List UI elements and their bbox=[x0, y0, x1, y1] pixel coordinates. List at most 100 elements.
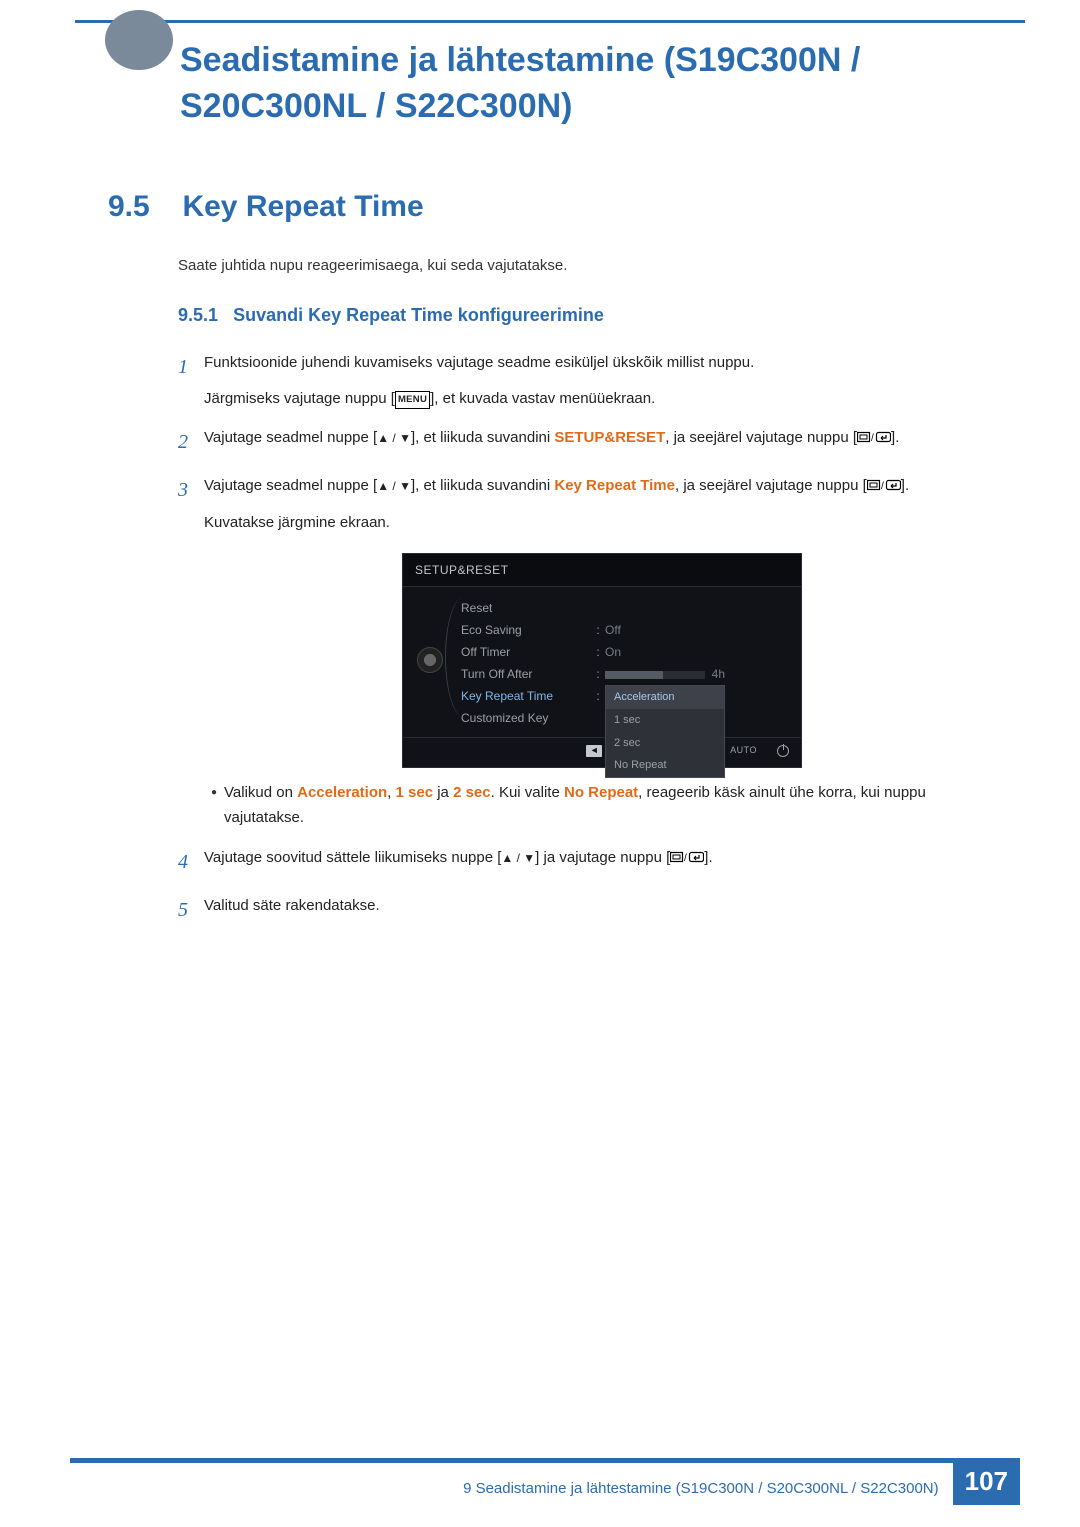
svg-text:/: / bbox=[684, 853, 687, 863]
top-rule bbox=[75, 20, 1025, 23]
step-4: 4 Vajutage soovitud sättele liikumiseks … bbox=[178, 845, 1000, 879]
osd-row-turn-off: Turn Off After : 4h bbox=[461, 663, 787, 685]
highlight: 1 sec bbox=[396, 784, 434, 801]
menu-button-icon: MENU bbox=[395, 391, 430, 409]
text: Valikud on bbox=[224, 784, 297, 801]
step-3: 3 Vajutage seadmel nuppe [▲ / ▼], et lii… bbox=[178, 473, 1000, 831]
text: ]. bbox=[901, 477, 909, 494]
up-down-icon: ▲ / ▼ bbox=[377, 479, 411, 493]
osd-slider: 4h bbox=[605, 664, 725, 684]
text: ] ja vajutage nuppu [ bbox=[535, 849, 670, 866]
text: ]. bbox=[891, 429, 899, 446]
step-body: Vajutage seadmel nuppe [▲ / ▼], et liiku… bbox=[204, 425, 1000, 459]
svg-text:/: / bbox=[871, 433, 874, 443]
text: , ja seejärel vajutage nuppu [ bbox=[665, 429, 857, 446]
bullet-icon: ● bbox=[204, 780, 224, 831]
source-enter-icon: / bbox=[857, 426, 891, 452]
page-footer: 9 Seadistamine ja lähtestamine (S19C300N… bbox=[70, 1458, 1020, 1505]
text: Vajutage seadmel nuppe [ bbox=[204, 429, 377, 446]
text: ja bbox=[433, 784, 453, 801]
osd-label: Reset bbox=[461, 598, 591, 618]
step-1: 1 Funktsioonide juhendi kuvamiseks vajut… bbox=[178, 350, 1000, 411]
steps-list: 1 Funktsioonide juhendi kuvamiseks vajut… bbox=[178, 350, 1000, 941]
step-number: 4 bbox=[178, 845, 204, 879]
osd-row-reset: Reset bbox=[461, 597, 787, 619]
step-text: Kuvatakse järgmine ekraan. bbox=[204, 510, 1000, 536]
osd-value: On bbox=[605, 642, 621, 662]
highlight: 2 sec bbox=[453, 784, 491, 801]
highlight: Acceleration bbox=[297, 784, 387, 801]
step-body: Vajutage seadmel nuppe [▲ / ▼], et liiku… bbox=[204, 473, 1000, 831]
step-5: 5 Valitud säte rakendatakse. bbox=[178, 893, 1000, 927]
step-number: 2 bbox=[178, 425, 204, 459]
step-number: 3 bbox=[178, 473, 204, 831]
source-enter-icon: / bbox=[670, 846, 704, 872]
up-down-icon: ▲ / ▼ bbox=[377, 431, 411, 445]
nav-auto-label: AUTO bbox=[730, 743, 757, 758]
step-body: Funktsioonide juhendi kuvamiseks vajutag… bbox=[204, 350, 1000, 411]
page-number: 107 bbox=[953, 1458, 1020, 1505]
chapter-title: Seadistamine ja lähtestamine (S19C300N /… bbox=[180, 38, 990, 130]
text: Valitud säte rakendatakse. bbox=[204, 897, 380, 914]
osd-nav: ◄ ▼ ▲ ⏎ AUTO bbox=[403, 737, 801, 766]
osd-option-1sec: 1 sec bbox=[606, 709, 724, 732]
colon: : bbox=[591, 686, 605, 706]
source-enter-icon: / bbox=[867, 474, 901, 500]
colon: : bbox=[591, 664, 605, 684]
osd-body: Reset Eco Saving : Off Off Timer : On Tu… bbox=[403, 587, 801, 737]
svg-text:/: / bbox=[881, 481, 884, 491]
osd-value: 4h bbox=[712, 667, 725, 681]
osd-option-acceleration: Acceleration bbox=[606, 686, 724, 709]
osd-label: Turn Off After bbox=[461, 664, 591, 684]
gear-icon bbox=[417, 647, 443, 673]
subsection-number: 9.5.1 bbox=[178, 305, 218, 325]
step-text: Funktsioonide juhendi kuvamiseks vajutag… bbox=[204, 350, 1000, 376]
step-body: Valitud säte rakendatakse. bbox=[204, 893, 1000, 927]
step-body: Vajutage soovitud sättele liikumiseks nu… bbox=[204, 845, 1000, 879]
section-title: Key Repeat Time bbox=[182, 190, 423, 223]
section-heading: 9.5 Key Repeat Time bbox=[108, 190, 990, 224]
colon: : bbox=[591, 642, 605, 662]
highlight: No Repeat bbox=[564, 784, 638, 801]
colon: : bbox=[591, 620, 605, 640]
osd-label: Customized Key bbox=[461, 708, 591, 728]
subsection-title: Suvandi Key Repeat Time konfigureerimine bbox=[233, 305, 604, 325]
step-number: 1 bbox=[178, 350, 204, 411]
text: Vajutage seadmel nuppe [ bbox=[204, 477, 377, 494]
osd-row-off-timer: Off Timer : On bbox=[461, 641, 787, 663]
osd-arc bbox=[445, 597, 471, 717]
section-number: 9.5 bbox=[108, 190, 178, 224]
text: Järgmiseks vajutage nuppu [ bbox=[204, 390, 395, 407]
footer-text: 9 Seadistamine ja lähtestamine (S19C300N… bbox=[463, 1466, 939, 1497]
text: ]. bbox=[704, 849, 712, 866]
osd-header: SETUP&RESET bbox=[403, 554, 801, 587]
subsection-heading: 9.5.1 Suvandi Key Repeat Time konfiguree… bbox=[178, 305, 990, 326]
text: ], et liikuda suvandini bbox=[411, 429, 554, 446]
chapter-badge bbox=[105, 10, 173, 70]
osd-dropdown: Acceleration 1 sec 2 sec No Repeat bbox=[605, 685, 725, 778]
osd-value: Off bbox=[605, 620, 621, 640]
osd-row-eco: Eco Saving : Off bbox=[461, 619, 787, 641]
text: ], et liikuda suvandini bbox=[411, 477, 554, 494]
text: , ja seejärel vajutage nuppu [ bbox=[675, 477, 867, 494]
text: ], et kuvada vastav menüüekraan. bbox=[430, 390, 655, 407]
power-icon bbox=[777, 745, 789, 757]
bullet-item: ● Valikud on Acceleration, 1 sec ja 2 se… bbox=[204, 780, 1000, 831]
osd-label: Off Timer bbox=[461, 642, 591, 662]
osd-label: Key Repeat Time bbox=[461, 686, 591, 706]
section-intro: Saate juhtida nupu reageerimisaega, kui … bbox=[178, 257, 990, 274]
nav-back-icon: ◄ bbox=[586, 745, 602, 757]
osd-option-no-repeat: No Repeat bbox=[606, 754, 724, 777]
highlight: Key Repeat Time bbox=[554, 477, 675, 494]
osd-screenshot: SETUP&RESET Reset Eco Saving : Off Off T… bbox=[402, 553, 802, 768]
step-text: Järgmiseks vajutage nuppu [MENU], et kuv… bbox=[204, 386, 1000, 412]
text: , bbox=[387, 784, 395, 801]
highlight: SETUP&RESET bbox=[554, 429, 665, 446]
up-down-icon: ▲ / ▼ bbox=[501, 851, 535, 865]
text: . Kui valite bbox=[491, 784, 564, 801]
osd-option-2sec: 2 sec bbox=[606, 732, 724, 755]
bullet-text: Valikud on Acceleration, 1 sec ja 2 sec.… bbox=[224, 780, 1000, 831]
osd-label: Eco Saving bbox=[461, 620, 591, 640]
step-number: 5 bbox=[178, 893, 204, 927]
step-2: 2 Vajutage seadmel nuppe [▲ / ▼], et lii… bbox=[178, 425, 1000, 459]
